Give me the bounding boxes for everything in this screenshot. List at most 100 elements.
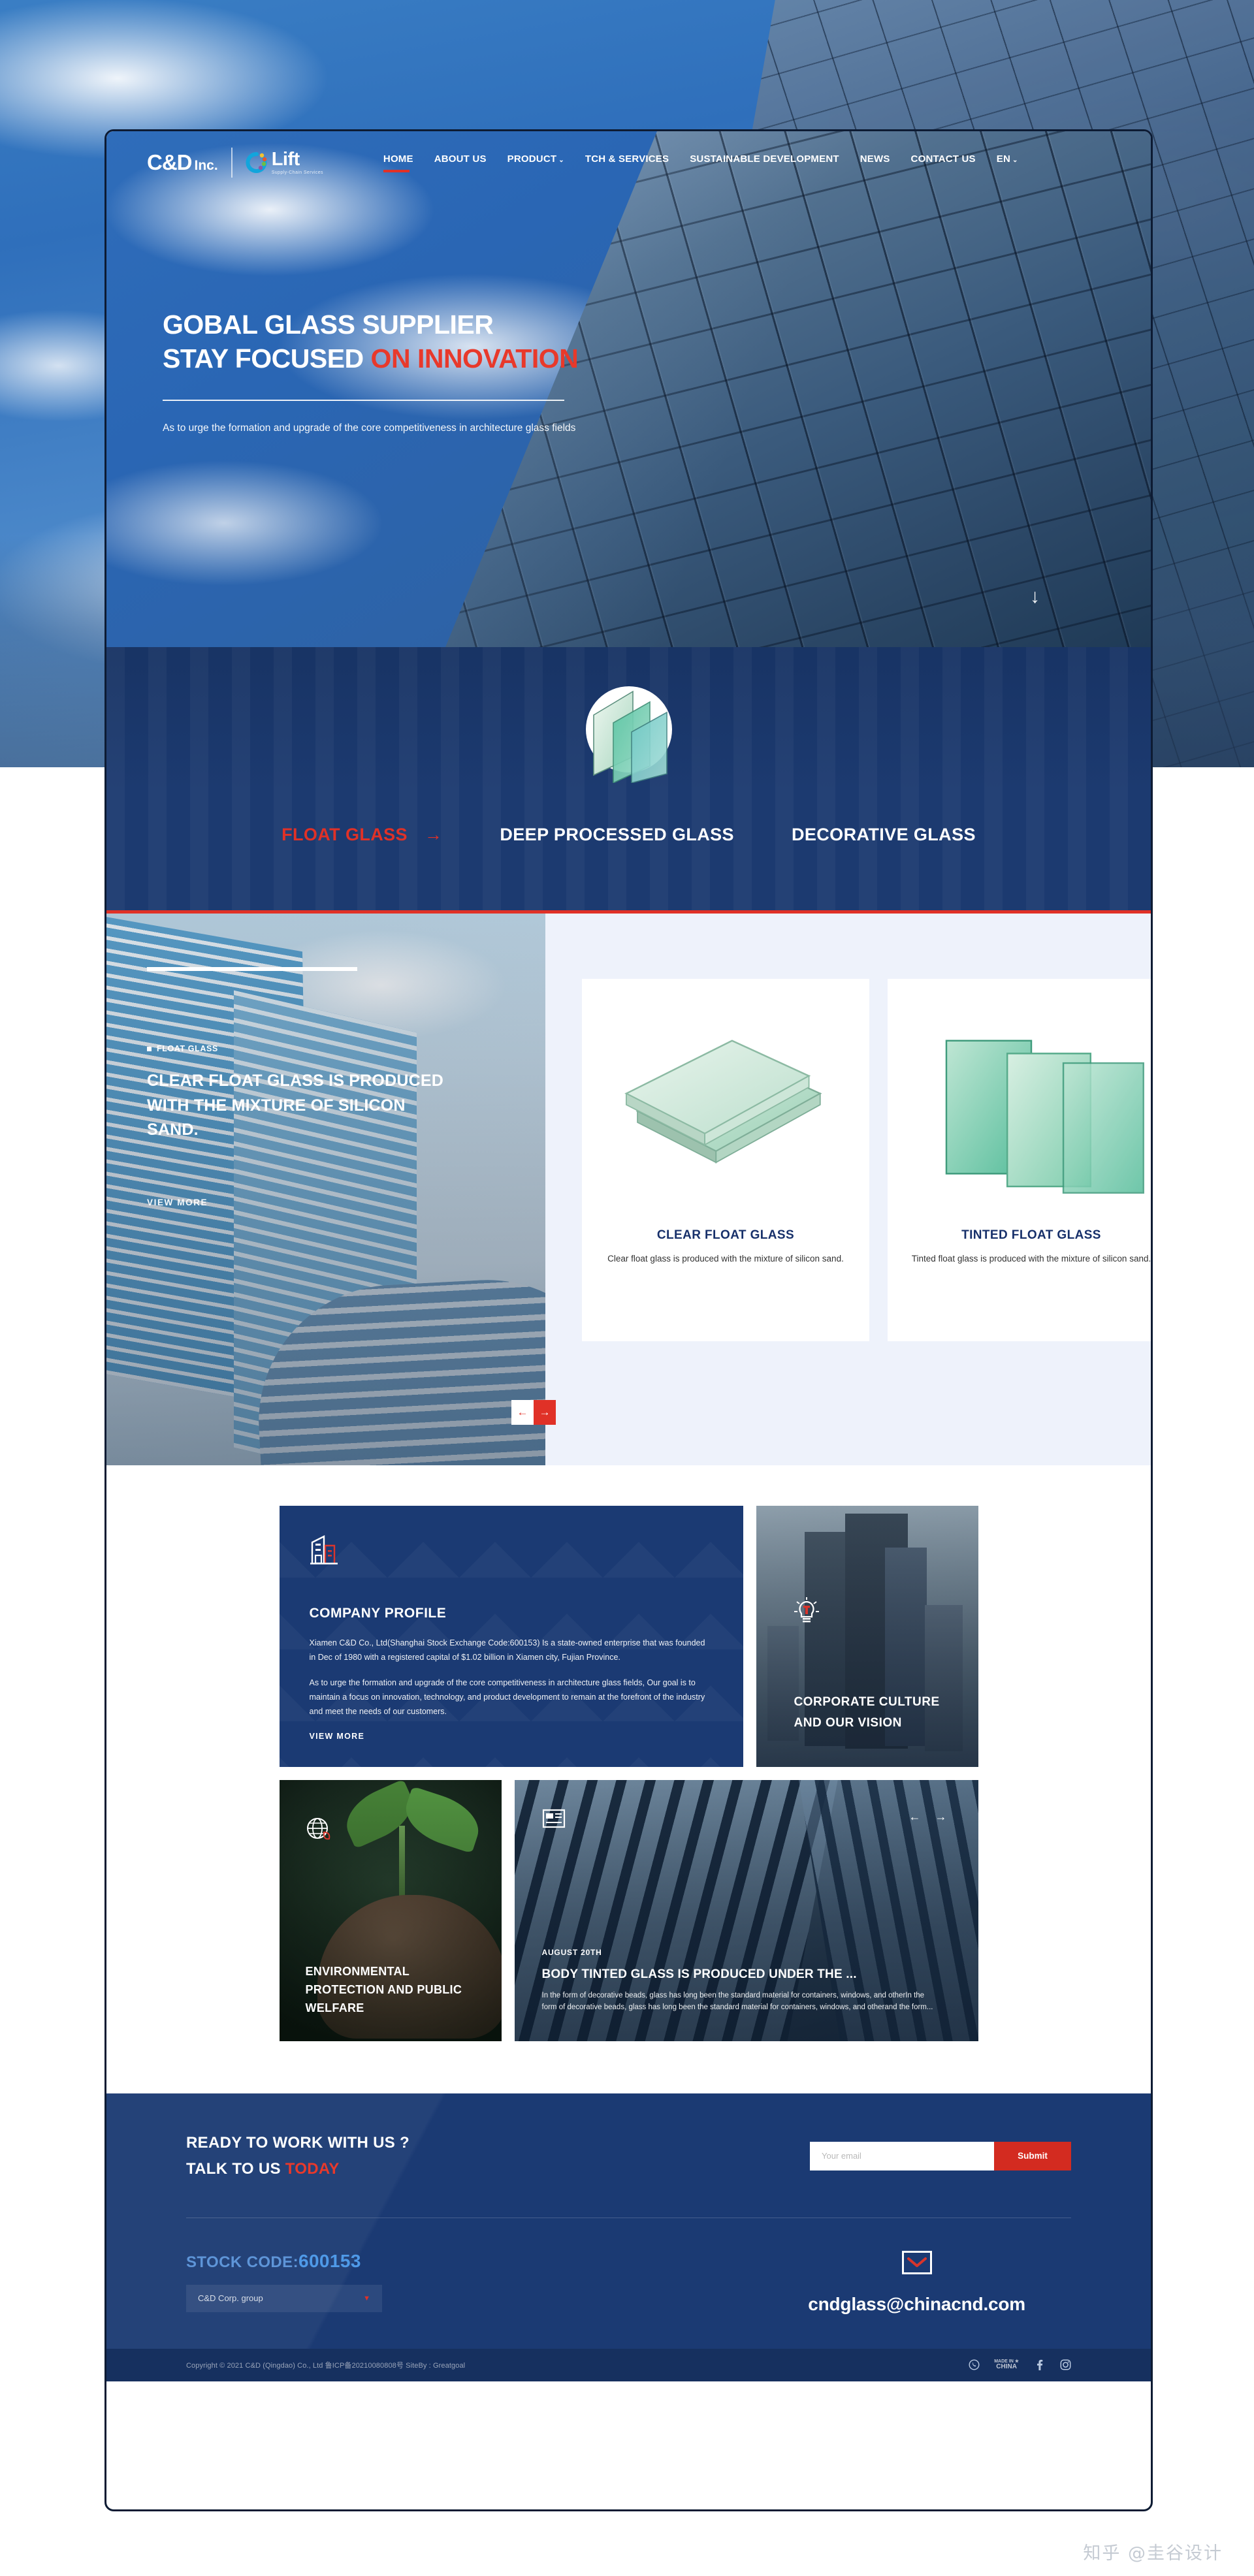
footer-bottom-content: Copyright © 2021 C&D (Qingdao) Co., Ltd …: [186, 2359, 1071, 2371]
news-carousel-nav: ← →: [909, 1810, 947, 1824]
cta-headline: READY TO WORK WITH US ? TALK TO US TODAY: [186, 2130, 410, 2182]
company-profile-body: Xiamen C&D Co., Ltd(Shanghai Stock Excha…: [310, 1636, 713, 1719]
social-links: MADE IN ★ CHINA: [968, 2359, 1071, 2371]
news-card[interactable]: ← → AUGUST 20TH BODY TINTED GLASS IS PRO…: [514, 1780, 978, 2041]
nav-item-product[interactable]: PRODUCT ⌄: [507, 153, 564, 172]
product-card-description: Tinted float glass is produced with the …: [911, 1254, 1151, 1264]
news-copy: AUGUST 20TH BODY TINTED GLASS IS PRODUCE…: [542, 1948, 940, 2014]
made-in-china-icon[interactable]: MADE IN ★ CHINA: [994, 2359, 1019, 2371]
culture-title-line-1: CORPORATE CULTURE: [794, 1695, 940, 1709]
about-grid: COMPANY PROFILE Xiamen C&D Co., Ltd(Shan…: [279, 1506, 978, 2041]
group-company-select[interactable]: C&D Corp. group ▼: [186, 2284, 382, 2312]
corporate-culture-card[interactable]: CORPORATE CULTURE AND OUR VISION: [756, 1506, 978, 1767]
hero-headline-line2-red: ON INNOVATION: [370, 343, 579, 374]
feature-eyebrow-label: FLOAT GLASS: [157, 1044, 218, 1053]
scroll-down-arrow-icon[interactable]: ↓: [1030, 587, 1040, 607]
product-card[interactable]: CLEAR FLOAT GLASS Clear float glass is p…: [582, 979, 869, 1341]
watermark-text: 知乎 @圭谷设计: [1083, 2543, 1223, 2564]
company-profile-view-more-link[interactable]: VIEW MORE: [310, 1732, 365, 1741]
nav-item-tch-services[interactable]: TCH & SERVICES: [585, 153, 669, 172]
nav-label: CONTACT US: [910, 153, 976, 165]
category-tab-float-glass[interactable]: FLOAT GLASS →: [281, 825, 442, 845]
lift-logo-subtitle: Supply-Chain Services: [271, 170, 323, 175]
instagram-icon[interactable]: [1059, 2359, 1071, 2371]
nav-item-news[interactable]: NEWS: [860, 153, 890, 172]
globe-leaf-icon: [306, 1818, 330, 1840]
hero-headline-line2-white: STAY FOCUSED: [163, 343, 371, 374]
chevron-down-icon: ⌄: [558, 156, 564, 164]
stock-code-line: STOCK CODE:600153: [186, 2251, 382, 2272]
contact-email[interactable]: cndglass@chinacnd.com: [808, 2294, 1025, 2315]
product-card-title: CLEAR FLOAT GLASS: [656, 1228, 795, 1242]
stock-code-number: 600153: [298, 2250, 361, 2271]
products-section: FLOAT GLASS CLEAR FLOAT GLASS IS PRODUCE…: [106, 914, 1151, 1465]
lift-logo-group: Lift Supply-Chain Services: [246, 150, 323, 175]
whatsapp-icon[interactable]: [968, 2359, 980, 2371]
company-profile-card[interactable]: COMPANY PROFILE Xiamen C&D Co., Ltd(Shan…: [279, 1506, 743, 1767]
lightbulb-icon: [794, 1597, 819, 1623]
glass-panes-emblem-icon: [585, 686, 672, 783]
envelope-chevron-icon: [907, 2257, 927, 2267]
about-row-top: COMPANY PROFILE Xiamen C&D Co., Ltd(Shan…: [279, 1506, 978, 1767]
nav-item-sustainable-development[interactable]: SUSTAINABLE DEVELOPMENT: [690, 153, 839, 172]
hero-headline-line1: GOBAL GLASS SUPPLIER: [163, 310, 494, 340]
tinted-float-glass-icon: [945, 1040, 1144, 1194]
about-section: COMPANY PROFILE Xiamen C&D Co., Ltd(Shan…: [106, 1465, 1151, 2093]
news-next-button[interactable]: →: [935, 1810, 947, 1824]
product-image: [605, 1001, 846, 1216]
email-input[interactable]: [810, 2141, 994, 2171]
nav-item-language-switcher[interactable]: EN ⌄: [997, 153, 1018, 172]
environmental-card[interactable]: ENVIRONMENTAL PROTECTION AND PUBLIC WELF…: [279, 1780, 502, 2041]
cd-wordmark: C&D Inc.: [147, 151, 218, 174]
product-card-carousel: CLEAR FLOAT GLASS Clear float glass is p…: [545, 914, 1151, 1465]
bullet-square-icon: [147, 1046, 152, 1051]
copyright-text: Copyright © 2021 C&D (Qingdao) Co., Ltd …: [186, 2361, 466, 2370]
category-tab-deep-processed-glass[interactable]: DEEP PROCESSED GLASS: [500, 825, 734, 845]
category-tab-label: FLOAT GLASS: [281, 825, 408, 844]
main-navigation-bar: C&D Inc. Lift Supply-Chain Services HOME…: [106, 131, 1151, 194]
nav-item-contact-us[interactable]: CONTACT US: [911, 153, 976, 172]
carousel-prev-button[interactable]: ←: [511, 1400, 534, 1425]
news-prev-button[interactable]: ←: [909, 1810, 921, 1824]
cta-line-2-white: TALK TO US: [186, 2159, 285, 2178]
nav-item-about-us[interactable]: ABOUT US: [434, 153, 487, 172]
feature-copy: FLOAT GLASS CLEAR FLOAT GLASS IS PRODUCE…: [147, 1044, 454, 1143]
company-profile-title: COMPANY PROFILE: [309, 1606, 447, 1621]
about-row-bottom: ENVIRONMENTAL PROTECTION AND PUBLIC WELF…: [279, 1780, 978, 2041]
facebook-icon[interactable]: [1033, 2359, 1045, 2371]
nav-links: HOME ABOUT US PRODUCT ⌄ TCH & SERVICES SU…: [383, 153, 1018, 172]
product-image: [911, 1001, 1151, 1216]
product-card-title: TINTED FLOAT GLASS: [961, 1228, 1101, 1242]
category-tab-label: DECORATIVE GLASS: [791, 825, 976, 844]
news-excerpt: In the form of decorative beads, glass h…: [541, 1991, 933, 2012]
website-frame: C&D Inc. Lift Supply-Chain Services HOME…: [104, 129, 1153, 2511]
category-tab-decorative-glass[interactable]: DECORATIVE GLASS: [792, 825, 976, 845]
glass-category-section: FLOAT GLASS → DEEP PROCESSED GLASS DECOR…: [106, 647, 1151, 914]
cta-line-1: READY TO WORK WITH US ?: [186, 2134, 410, 2152]
hero-headline: GOBAL GLASS SUPPLIER STAY FOCUSED ON INN…: [163, 308, 633, 376]
news-date: AUGUST 20TH: [541, 1947, 602, 1957]
product-card[interactable]: TINTED FLOAT GLASS Tinted float glass is…: [888, 979, 1151, 1341]
nav-item-home[interactable]: HOME: [383, 153, 413, 172]
company-profile-para-1: Xiamen C&D Co., Ltd(Shanghai Stock Excha…: [309, 1638, 705, 1662]
feature-view-more-link[interactable]: VIEW MORE: [147, 1198, 208, 1207]
corporate-culture-title: CORPORATE CULTURE AND OUR VISION: [794, 1692, 940, 1733]
feature-headline: CLEAR FLOAT GLASS IS PRODUCED WITH THE M…: [147, 1072, 443, 1139]
product-card-description: Clear float glass is produced with the m…: [607, 1254, 844, 1264]
group-company-selected-value: C&D Corp. group: [198, 2293, 263, 2304]
cd-logo-text: C&D: [147, 150, 192, 174]
cta-line-2-red: TODAY: [285, 2159, 340, 2178]
carousel-next-button[interactable]: →: [534, 1400, 556, 1425]
building-icon: [310, 1535, 338, 1565]
chevron-down-icon: ⌄: [1012, 156, 1018, 164]
brand-logo-group[interactable]: C&D Inc. Lift Supply-Chain Services: [147, 148, 323, 178]
nav-label: PRODUCT: [507, 153, 557, 165]
environmental-card-title: ENVIRONMENTAL PROTECTION AND PUBLIC WELF…: [305, 1965, 462, 2015]
stock-info-block: STOCK CODE:600153 C&D Corp. group ▼: [186, 2251, 382, 2312]
feature-divider: [147, 967, 357, 971]
image-overlay: [106, 914, 545, 1465]
submit-button[interactable]: Submit: [994, 2141, 1071, 2171]
nav-label: ABOUT US: [434, 153, 487, 165]
stock-code-label: STOCK CODE:: [186, 2253, 298, 2271]
clear-float-glass-icon: [624, 1040, 822, 1164]
